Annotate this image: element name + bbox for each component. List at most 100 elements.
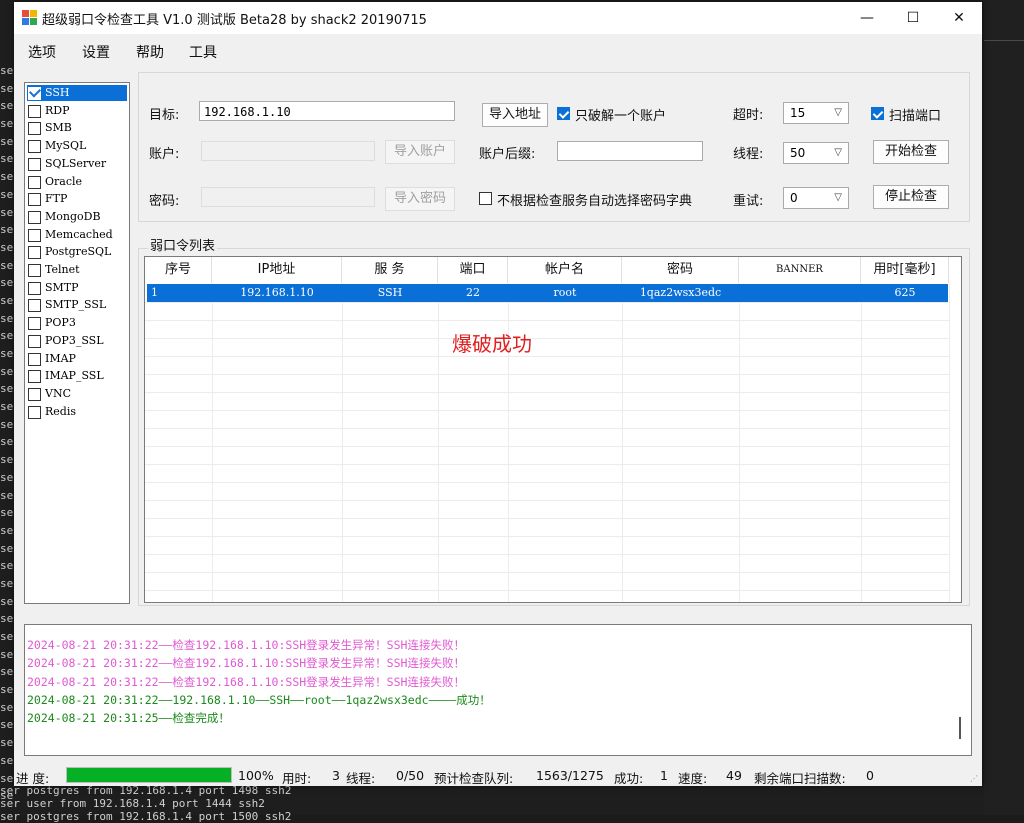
column-header[interactable]: 服 务 xyxy=(342,257,438,283)
only-one-account-checkbox[interactable]: 只破解一个账户 xyxy=(557,105,697,124)
grid-column-line xyxy=(861,283,862,602)
column-header[interactable]: 序号 xyxy=(145,257,212,283)
protocol-checkbox[interactable] xyxy=(28,370,41,384)
protocol-item[interactable]: SMTP xyxy=(27,280,127,296)
protocol-item[interactable]: IMAP_SSL xyxy=(27,368,127,384)
grid-row-line xyxy=(145,320,949,321)
protocol-label: MongoDB xyxy=(45,209,101,223)
terminal-right-panel xyxy=(984,0,1024,815)
scan-port-checkbox[interactable]: 扫描端口 xyxy=(871,105,961,124)
start-check-button[interactable]: 开始检查 xyxy=(873,140,949,164)
protocol-item[interactable]: PostgreSQL xyxy=(27,244,127,260)
only-one-account-label: 只破解一个账户 xyxy=(575,109,667,124)
menu-settings[interactable]: 设置 xyxy=(82,42,110,62)
log-scrollbar[interactable] xyxy=(959,717,961,739)
protocol-checkbox[interactable] xyxy=(28,387,41,401)
threads-value: 50 xyxy=(790,146,806,160)
terminal-fragment: se xyxy=(0,329,14,343)
terminal-fragment: se xyxy=(0,276,14,290)
protocol-item[interactable]: SQLServer xyxy=(27,156,127,172)
column-header[interactable]: IP地址 xyxy=(212,257,342,283)
protocol-checkbox[interactable] xyxy=(28,405,41,419)
protocol-list[interactable]: SSH RDP SMB MySQL SQLServer Oracle FTP MongoDB M… xyxy=(24,82,130,604)
protocol-item[interactable]: MongoDB xyxy=(27,209,127,225)
speed-value: 49 xyxy=(726,768,742,783)
elapsed-label: 用时: xyxy=(282,771,312,786)
protocol-item[interactable]: VNC xyxy=(27,386,127,402)
protocol-checkbox[interactable] xyxy=(28,317,41,331)
column-header[interactable]: 密码 xyxy=(622,257,739,283)
protocol-checkbox[interactable] xyxy=(28,228,41,242)
grid-row-line xyxy=(145,518,949,519)
protocol-checkbox[interactable] xyxy=(28,210,41,224)
target-input[interactable]: 192.168.1.10 xyxy=(199,101,455,121)
close-button[interactable]: ✕ xyxy=(936,2,982,34)
protocol-item[interactable]: SMB xyxy=(27,120,127,136)
protocol-item[interactable]: POP3 xyxy=(27,315,127,331)
protocol-checkbox[interactable] xyxy=(28,157,41,171)
protocol-checkbox[interactable] xyxy=(28,193,41,207)
protocol-checkbox[interactable] xyxy=(28,122,41,136)
account-suffix-input[interactable] xyxy=(557,141,703,161)
terminal-fragment: se xyxy=(0,541,14,555)
retry-select[interactable]: 0 ▽ xyxy=(783,187,849,209)
stop-check-button[interactable]: 停止检查 xyxy=(873,185,949,209)
protocol-label: FTP xyxy=(45,192,68,206)
auto-dict-checkbox[interactable]: 不根据检查服务自动选择密码字典 xyxy=(479,190,719,209)
protocol-item[interactable]: MySQL xyxy=(27,138,127,154)
table-row[interactable]: 1 192.168.1.10 SSH 22 root 1qaz2wsx3edc … xyxy=(147,284,948,302)
protocol-item[interactable]: Oracle xyxy=(27,174,127,190)
protocol-checkbox[interactable] xyxy=(28,334,41,348)
menu-tools[interactable]: 工具 xyxy=(189,42,217,62)
import-address-button[interactable]: 导入地址 xyxy=(482,103,548,127)
protocol-checkbox[interactable] xyxy=(28,352,41,366)
terminal-fragment: se xyxy=(0,400,14,414)
protocol-checkbox[interactable] xyxy=(28,299,41,313)
protocol-item[interactable]: POP3_SSL xyxy=(27,333,127,349)
menu-help[interactable]: 帮助 xyxy=(136,42,164,62)
cell-account: root xyxy=(553,286,577,299)
protocol-item[interactable]: IMAP xyxy=(27,351,127,367)
grid-row-line xyxy=(145,446,949,447)
maximize-button[interactable]: ☐ xyxy=(890,2,936,34)
app-icon xyxy=(22,10,38,26)
protocol-label: POP3_SSL xyxy=(45,333,104,347)
results-table[interactable]: 序号 IP地址 服 务 端口 帐户名 密码 BANNER 用时[毫秒] 1 19… xyxy=(144,256,962,603)
protocol-label: VNC xyxy=(45,386,71,400)
protocol-item[interactable]: SMTP_SSL xyxy=(27,297,127,313)
queue-value: 1563/1275 xyxy=(536,768,604,783)
grid-row-line xyxy=(145,392,949,393)
protocol-checkbox[interactable] xyxy=(28,85,42,100)
terminal-fragment: se xyxy=(0,453,14,467)
protocol-checkbox[interactable] xyxy=(28,175,41,189)
protocol-checkbox[interactable] xyxy=(28,264,41,277)
protocol-checkbox[interactable] xyxy=(28,281,41,295)
protocol-checkbox[interactable] xyxy=(28,140,41,154)
protocol-item[interactable]: FTP xyxy=(27,191,127,207)
protocol-checkbox[interactable] xyxy=(28,104,41,118)
protocol-item[interactable]: RDP xyxy=(27,103,127,119)
protocol-checkbox[interactable] xyxy=(28,246,41,260)
protocol-item[interactable]: Telnet xyxy=(27,262,127,278)
import-account-button: 导入账户 xyxy=(385,140,455,164)
terminal-fragment: se xyxy=(0,700,14,714)
column-header[interactable]: 端口 xyxy=(438,257,508,283)
resize-grip-icon[interactable]: ⋰ xyxy=(970,774,980,784)
minimize-button[interactable]: — xyxy=(844,2,890,34)
protocol-label: MySQL xyxy=(45,139,87,153)
column-header[interactable]: 用时[毫秒] xyxy=(861,257,949,283)
timeout-select[interactable]: 15 ▽ xyxy=(783,102,849,124)
auto-dict-label: 不根据检查服务自动选择密码字典 xyxy=(497,194,693,209)
column-header[interactable]: 帐户名 xyxy=(508,257,622,283)
cell-banner xyxy=(739,284,861,302)
menu-options[interactable]: 选项 xyxy=(28,42,56,62)
protocol-item[interactable]: Memcached xyxy=(27,227,127,243)
column-header[interactable]: BANNER xyxy=(739,257,861,283)
terminal-fragment: se xyxy=(0,576,14,590)
threads-select[interactable]: 50 ▽ xyxy=(783,142,849,164)
log-panel[interactable]: 2024-08-21 20:31:22——检查192.168.1.10:SSH登… xyxy=(24,624,972,756)
title-bar[interactable]: 超级弱口令检查工具 V1.0 测试版 Beta28 by shack2 2019… xyxy=(14,2,982,34)
protocol-item[interactable]: SSH xyxy=(27,85,127,101)
protocol-item[interactable]: Redis xyxy=(27,404,127,420)
check-icon xyxy=(28,85,42,98)
